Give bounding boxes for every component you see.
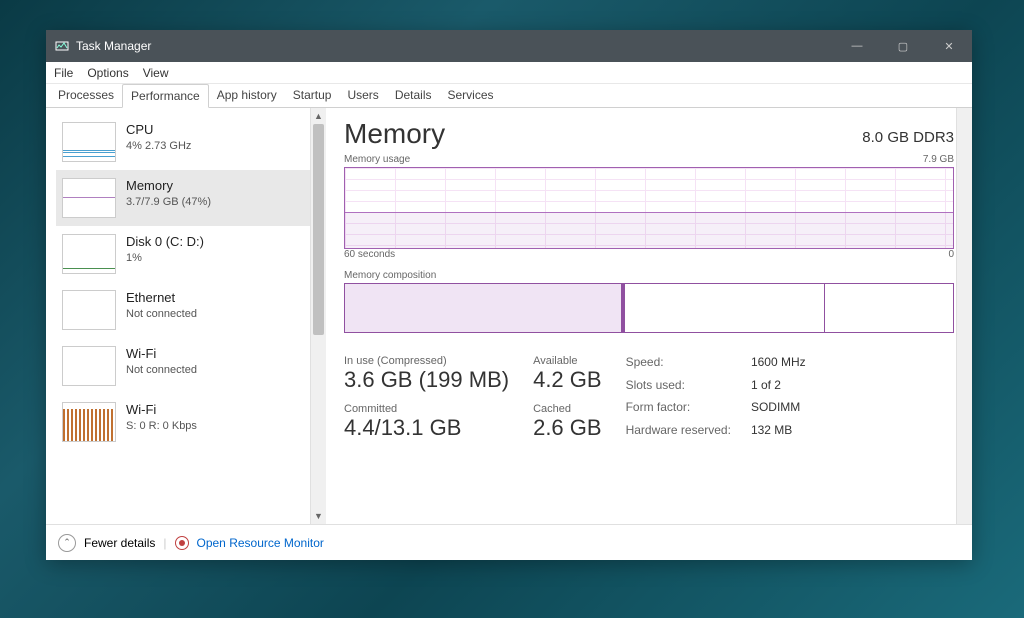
- menu-view[interactable]: View: [143, 66, 169, 80]
- sidebar-item-label: Memory: [126, 178, 211, 195]
- composition-chart-canvas: [344, 283, 954, 333]
- footer-divider: |: [163, 536, 166, 550]
- stat-label-committed: Committed: [344, 403, 509, 415]
- tab-app-history[interactable]: App history: [209, 84, 285, 107]
- menu-options[interactable]: Options: [87, 66, 128, 80]
- composition-standby: [625, 284, 825, 332]
- stat-label-in-use: In use (Compressed): [344, 355, 509, 367]
- main-scrollbar[interactable]: [956, 108, 972, 524]
- sidebar-item-label: Ethernet: [126, 290, 197, 307]
- composition-free: [825, 284, 953, 332]
- sidebar-item-label: Wi-Fi: [126, 346, 197, 363]
- sidebar-item-sub: 3.7/7.9 GB (47%): [126, 195, 211, 209]
- kv-speed-label: Speed:: [626, 355, 731, 374]
- sidebar-scrollbar[interactable]: ▲ ▼: [310, 108, 326, 524]
- page-title: Memory: [344, 118, 445, 150]
- minimize-button[interactable]: —: [834, 30, 880, 62]
- open-resource-monitor-link[interactable]: Open Resource Monitor: [197, 536, 324, 550]
- sidebar-item-wifi-1[interactable]: Wi-Fi Not connected: [56, 338, 310, 394]
- sidebar-item-label: CPU: [126, 122, 191, 139]
- window-title: Task Manager: [76, 39, 834, 53]
- tab-processes[interactable]: Processes: [50, 84, 122, 107]
- memory-capacity: 8.0 GB DDR3: [862, 129, 954, 150]
- sidebar-item-memory[interactable]: Memory 3.7/7.9 GB (47%): [56, 170, 310, 226]
- sidebar-item-label: Wi-Fi: [126, 402, 197, 419]
- stat-value-available: 4.2 GB: [533, 367, 601, 393]
- performance-sidebar: CPU 4% 2.73 GHz Memory 3.7/7.9 GB (47%) …: [46, 108, 326, 524]
- tab-details[interactable]: Details: [387, 84, 440, 107]
- tab-users[interactable]: Users: [339, 84, 386, 107]
- sidebar-item-ethernet[interactable]: Ethernet Not connected: [56, 282, 310, 338]
- wifi-sparkline-icon: [62, 402, 116, 442]
- stat-value-in-use: 3.6 GB (199 MB): [344, 367, 509, 393]
- sidebar-item-sub: Not connected: [126, 363, 197, 377]
- stat-label-cached: Cached: [533, 403, 601, 415]
- tab-performance[interactable]: Performance: [122, 84, 209, 108]
- usage-chart-canvas: [344, 167, 954, 249]
- kv-speed-value: 1600 MHz: [751, 355, 806, 374]
- sidebar-item-cpu[interactable]: CPU 4% 2.73 GHz: [56, 114, 310, 170]
- sidebar-item-disk[interactable]: Disk 0 (C: D:) 1%: [56, 226, 310, 282]
- memory-details-panel: Memory 8.0 GB DDR3 Memory usage 7.9 GB 6…: [326, 108, 972, 524]
- kv-slots-value: 1 of 2: [751, 378, 806, 397]
- sidebar-item-sub: 1%: [126, 251, 204, 265]
- chart-title: Memory usage: [344, 154, 410, 165]
- memory-composition-chart: Memory composition: [344, 270, 954, 333]
- maximize-button[interactable]: ▢: [880, 30, 926, 62]
- scroll-thumb[interactable]: [313, 124, 324, 335]
- composition-title: Memory composition: [344, 270, 436, 281]
- tab-services[interactable]: Services: [440, 84, 502, 107]
- wifi-sparkline-icon: [62, 346, 116, 386]
- sidebar-item-sub: Not connected: [126, 307, 197, 321]
- sidebar-item-wifi-2[interactable]: Wi-Fi S: 0 R: 0 Kbps: [56, 394, 310, 450]
- content-area: CPU 4% 2.73 GHz Memory 3.7/7.9 GB (47%) …: [46, 108, 972, 524]
- scroll-down-icon[interactable]: ▼: [311, 508, 326, 524]
- titlebar[interactable]: Task Manager — ▢ ✕: [46, 30, 972, 62]
- sidebar-item-sub: S: 0 R: 0 Kbps: [126, 419, 197, 433]
- ethernet-sparkline-icon: [62, 290, 116, 330]
- chart-xleft: 60 seconds: [344, 249, 395, 260]
- stat-label-available: Available: [533, 355, 601, 367]
- task-manager-window: Task Manager — ▢ ✕ File Options View Pro…: [46, 30, 972, 560]
- kv-form-label: Form factor:: [626, 400, 731, 419]
- menubar: File Options View: [46, 62, 972, 84]
- tabs: Processes Performance App history Startu…: [46, 84, 972, 108]
- memory-kv-stats: Speed: 1600 MHz Slots used: 1 of 2 Form …: [626, 355, 806, 441]
- menu-file[interactable]: File: [54, 66, 73, 80]
- stat-value-committed: 4.4/13.1 GB: [344, 415, 509, 441]
- tab-startup[interactable]: Startup: [285, 84, 340, 107]
- scroll-track[interactable]: [311, 124, 326, 508]
- stat-value-cached: 2.6 GB: [533, 415, 601, 441]
- app-icon: [54, 38, 70, 54]
- cpu-sparkline-icon: [62, 122, 116, 162]
- sidebar-item-label: Disk 0 (C: D:): [126, 234, 204, 251]
- sidebar-item-sub: 4% 2.73 GHz: [126, 139, 191, 153]
- memory-usage-chart: Memory usage 7.9 GB 60 seconds 0: [344, 154, 954, 262]
- chart-ymin: 0: [948, 249, 954, 260]
- kv-reserved-label: Hardware reserved:: [626, 423, 731, 442]
- kv-slots-label: Slots used:: [626, 378, 731, 397]
- memory-stats: In use (Compressed) 3.6 GB (199 MB) Comm…: [344, 355, 954, 441]
- footer: ⌃ Fewer details | Open Resource Monitor: [46, 524, 972, 560]
- disk-sparkline-icon: [62, 234, 116, 274]
- chart-ymax: 7.9 GB: [923, 154, 954, 165]
- close-button[interactable]: ✕: [926, 30, 972, 62]
- kv-form-value: SODIMM: [751, 400, 806, 419]
- fewer-details-button[interactable]: Fewer details: [84, 536, 155, 550]
- scroll-up-icon[interactable]: ▲: [311, 108, 326, 124]
- sidebar-list[interactable]: CPU 4% 2.73 GHz Memory 3.7/7.9 GB (47%) …: [46, 108, 310, 524]
- composition-in-use: [345, 284, 622, 332]
- resource-monitor-icon: [175, 536, 189, 550]
- memory-sparkline-icon: [62, 178, 116, 218]
- kv-reserved-value: 132 MB: [751, 423, 806, 442]
- chevron-up-icon[interactable]: ⌃: [58, 534, 76, 552]
